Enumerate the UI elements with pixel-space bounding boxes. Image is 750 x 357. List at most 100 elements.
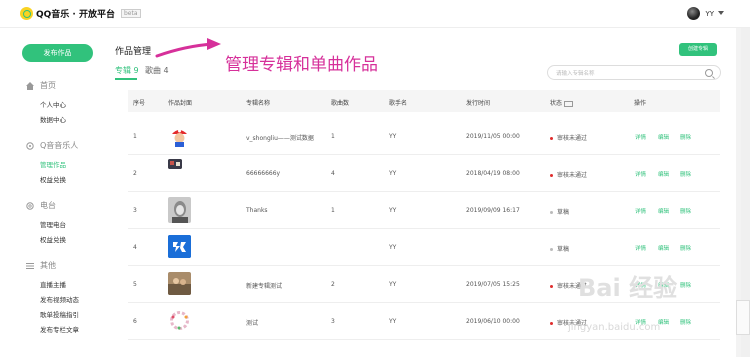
delete-link[interactable]: 删除 (680, 281, 691, 289)
table-row: 3 Thanks 1 YY 2019/09/09 16:17 草稿 详情 编辑 … (128, 192, 720, 229)
release-time: 2019/11/05 00:00 (466, 133, 520, 140)
delete-link[interactable]: 删除 (680, 244, 691, 252)
status-text: 审核未通过 (557, 135, 588, 142)
nav-group-home[interactable]: 首页 (26, 80, 56, 91)
song-count: 1 (331, 207, 335, 214)
status-text: 草稿 (557, 246, 570, 253)
menu-icon (26, 262, 34, 270)
album-name: 新建专辑测试 (246, 283, 283, 290)
status-text: 审核未通过 (557, 172, 588, 179)
sidebar-item-manage-works[interactable]: 管理作品 (40, 159, 66, 169)
status-dot (550, 174, 553, 177)
singer-name: YY (389, 170, 397, 177)
mario-cover-icon (168, 125, 191, 148)
nav-group-radio[interactable]: 电台 (26, 200, 56, 211)
delete-link[interactable]: 删除 (680, 318, 691, 326)
side-widget[interactable] (736, 300, 750, 335)
status-dot (550, 211, 553, 214)
chevron-down-icon[interactable] (718, 11, 724, 15)
song-count: 1 (331, 133, 335, 140)
sidebar-item-personal-center[interactable]: 个人中心 (40, 99, 66, 109)
sidebar-item-article[interactable]: 发布专栏文章 (40, 324, 79, 334)
detail-link[interactable]: 详情 (635, 244, 646, 252)
column-header: 发行时间 (466, 100, 491, 107)
status-column-header[interactable]: 状态 (550, 98, 574, 107)
tab-songs[interactable]: 歌曲 4 (145, 65, 169, 76)
release-time: 2019/06/10 00:00 (466, 318, 520, 325)
search-icon[interactable] (705, 69, 713, 77)
watermark: Bai 经验 (578, 274, 678, 302)
status-badge: 草稿 (550, 207, 569, 216)
row-index: 1 (133, 133, 137, 140)
user-name: YY (705, 9, 714, 18)
row-index: 3 (133, 207, 137, 214)
sidebar: 发布作品 首页 个人中心 数据中心 Q音音乐人 管理作品 权益兑换 电台 管理电… (0, 28, 114, 357)
status-text: 草稿 (557, 209, 570, 216)
detail-link[interactable]: 详情 (635, 170, 646, 178)
sidebar-item-radio-rights[interactable]: 权益兑换 (40, 234, 66, 244)
user-menu[interactable]: YY (687, 7, 714, 20)
avatar[interactable] (687, 7, 701, 20)
nav-group-musician[interactable]: Q音音乐人 (26, 140, 78, 151)
status-badge: 审核未通过 (550, 133, 587, 142)
table-header: 序号 作品封面 专辑名称 歌曲数 歌手名 发行时间 状态 操作 (128, 90, 720, 112)
nav-group-label: 其他 (40, 261, 56, 270)
search-input[interactable]: 请输入专辑名称 (547, 65, 721, 80)
singer-name: YY (389, 244, 397, 251)
edit-link[interactable]: 编辑 (658, 170, 669, 178)
edit-link[interactable]: 编辑 (658, 133, 669, 141)
singer-name: YY (389, 133, 397, 140)
logo[interactable]: QQ音乐 · 开放平台 beta (20, 7, 141, 20)
logo-text: QQ音乐 · 开放平台 (36, 10, 115, 20)
column-header: 作品封面 (168, 100, 193, 107)
column-header: 序号 (133, 100, 146, 107)
brand-logo-cover-icon (168, 235, 191, 258)
edit-link[interactable]: 编辑 (658, 244, 669, 252)
portrait-cover-icon (168, 197, 191, 223)
status-dot (550, 248, 553, 251)
sidebar-item-manage-radio[interactable]: 管理电台 (40, 219, 66, 229)
detail-link[interactable]: 详情 (635, 133, 646, 141)
album-cover[interactable] (168, 235, 191, 258)
sidebar-item-rights-exchange[interactable]: 权益兑换 (40, 174, 66, 184)
filter-icon[interactable] (564, 100, 574, 107)
sidebar-item-data-center[interactable]: 数据中心 (40, 114, 66, 124)
publish-button[interactable]: 发布作品 (22, 44, 93, 62)
row-index: 6 (133, 318, 137, 325)
status-badge: 草稿 (550, 244, 569, 253)
nav-group-label: 电台 (40, 201, 56, 210)
album-cover[interactable] (168, 272, 191, 295)
sidebar-item-video[interactable]: 发布视频动态 (40, 294, 79, 304)
album-cover[interactable] (168, 125, 191, 148)
table-row: 4 YY 草稿 详情 编辑 删除 (128, 229, 720, 266)
beta-badge: beta (121, 9, 141, 18)
sidebar-item-live[interactable]: 直播主播 (40, 279, 66, 289)
delete-link[interactable]: 删除 (680, 170, 691, 178)
nav-group-other[interactable]: 其他 (26, 260, 56, 271)
column-header: 操作 (634, 100, 647, 107)
sidebar-item-playlist-guide[interactable]: 歌单投稿指引 (40, 309, 79, 319)
search-placeholder: 请输入专辑名称 (556, 71, 595, 77)
singer-name: YY (389, 318, 397, 325)
nav-group-label: 首页 (40, 81, 56, 90)
mini-cover-icon (168, 159, 182, 169)
row-index: 2 (133, 170, 137, 177)
page-title: 作品管理 (115, 47, 152, 57)
delete-link[interactable]: 删除 (680, 207, 691, 215)
edit-link[interactable]: 编辑 (658, 207, 669, 215)
delete-link[interactable]: 删除 (680, 133, 691, 141)
singer-name: YY (389, 207, 397, 214)
tab-albums[interactable]: 专辑 9 (115, 65, 139, 76)
release-time: 2018/04/19 08:00 (466, 170, 520, 177)
status-dot (550, 285, 553, 288)
album-cover[interactable] (168, 309, 191, 332)
album-cover[interactable] (168, 159, 182, 169)
album-cover[interactable] (168, 197, 191, 223)
watermark-url: jingyan.baidu.com (568, 322, 661, 333)
create-album-button[interactable]: 创建专辑 (679, 43, 717, 56)
column-header: 歌曲数 (331, 100, 350, 107)
column-header: 歌手名 (389, 100, 408, 107)
detail-link[interactable]: 详情 (635, 207, 646, 215)
table-row: 1 v_shongliu——测试数据 1 YY 2019/11/05 00:00… (128, 118, 720, 155)
row-index: 5 (133, 281, 137, 288)
